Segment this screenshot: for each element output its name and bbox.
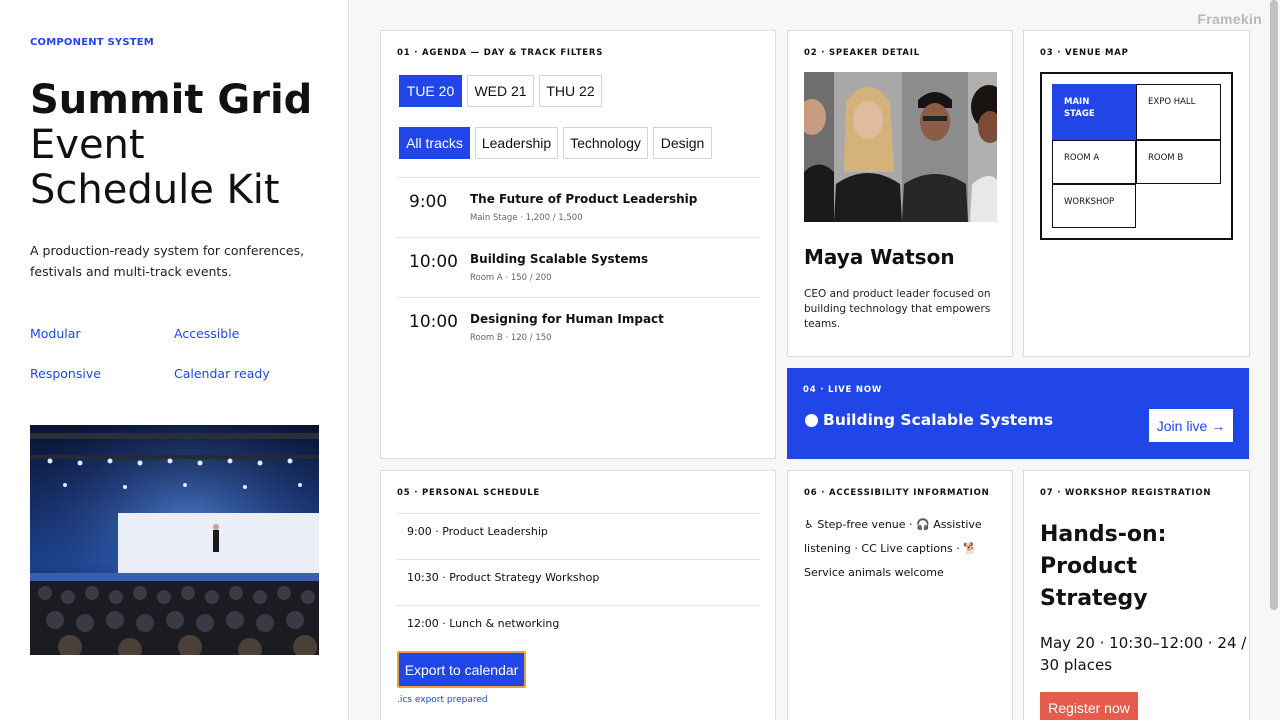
feature-accessible: Accessible: [174, 326, 240, 341]
register-button[interactable]: Register now: [1040, 692, 1138, 720]
room-workshop[interactable]: WORKSHOP: [1052, 184, 1136, 228]
agenda-card: 01 · AGENDA — DAY & TRACK FILTERS TUE 20…: [380, 30, 776, 459]
schedule-item[interactable]: 9:00 · Product Leadership: [397, 513, 760, 560]
workshop-label: 07 · WORKSHOP REGISTRATION: [1040, 488, 1212, 498]
live-now-banner: 04 · LIVE NOW Building Scalable Systems …: [787, 368, 1249, 459]
live-now-label: 04 · LIVE NOW: [803, 385, 883, 395]
speaker-portraits[interactable]: [804, 72, 997, 222]
day-tab-thu[interactable]: THU 22: [539, 75, 602, 107]
track-filter-all[interactable]: All tracks: [399, 127, 470, 159]
room-main-stage[interactable]: MAIN STAGE: [1052, 84, 1136, 140]
speaker-card: 02 · SPEAKER DETAIL Maya Watson CEO and …: [787, 30, 1013, 357]
live-session-title: Building Scalable Systems: [823, 411, 1054, 429]
conference-photo: [30, 425, 319, 655]
hero-title: Summit Grid Event Schedule Kit: [30, 78, 330, 213]
accessibility-text: ♿ Step-free venue · 🎧 Assistive listenin…: [804, 518, 982, 579]
accessibility-card: 06 · ACCESSIBILITY INFORMATION ♿ Step-fr…: [787, 470, 1013, 720]
session-title: Building Scalable Systems: [470, 252, 649, 266]
brand-logo: Framekin: [1197, 11, 1262, 27]
accessibility-label: 06 · ACCESSIBILITY INFORMATION: [804, 488, 990, 498]
session-time: 10:00: [409, 312, 458, 332]
schedule-item[interactable]: 10:30 · Product Strategy Workshop: [397, 559, 760, 606]
room-a[interactable]: ROOM A: [1052, 140, 1136, 184]
personal-schedule-label: 05 · PERSONAL SCHEDULE: [397, 488, 541, 498]
feature-modular: Modular: [30, 326, 81, 341]
workshop-title: Hands-on: Product Strategy: [1040, 522, 1167, 611]
room-b[interactable]: ROOM B: [1136, 140, 1221, 184]
speaker-bio: CEO and product leader focused on buildi…: [804, 288, 991, 330]
session-meta: Room A · 150 / 200: [470, 273, 552, 283]
feature-responsive: Responsive: [30, 366, 101, 381]
hero-description: A production-ready system for conference…: [30, 243, 305, 279]
track-filter-leadership[interactable]: Leadership: [475, 127, 558, 159]
hero-title-line3: Schedule Kit: [30, 167, 280, 213]
speaker-name: Maya Watson: [804, 245, 955, 269]
agenda-session[interactable]: 10:00 Designing for Human Impact Room B …: [397, 297, 760, 357]
venue-map: MAIN STAGE EXPO HALL ROOM A ROOM B WORKS…: [1040, 72, 1233, 240]
track-filter-design[interactable]: Design: [653, 127, 712, 159]
session-time: 9:00: [409, 192, 448, 212]
session-meta: Room B · 120 / 150: [470, 333, 552, 343]
day-tab-tue[interactable]: TUE 20: [399, 75, 462, 107]
workshop-meta: May 20 · 10:30–12:00 · 24 / 30 places: [1040, 634, 1247, 674]
join-live-button[interactable]: Join live →: [1149, 409, 1233, 442]
page-scrollbar[interactable]: [1270, 0, 1278, 610]
feature-calendar-ready: Calendar ready: [174, 366, 270, 381]
agenda-label: 01 · AGENDA — DAY & TRACK FILTERS: [397, 48, 604, 58]
session-time: 10:00: [409, 252, 458, 272]
hero-title-line2: Event: [30, 122, 145, 168]
hero-eyebrow: COMPONENT SYSTEM: [30, 37, 154, 48]
export-status: .ics export prepared: [397, 695, 488, 705]
hero-title-bold: Summit Grid: [30, 77, 313, 123]
export-calendar-button[interactable]: Export to calendar: [397, 651, 526, 688]
day-tab-wed[interactable]: WED 21: [467, 75, 534, 107]
live-indicator-icon: [805, 414, 818, 427]
session-title: The Future of Product Leadership: [470, 192, 698, 206]
session-meta: Main Stage · 1,200 / 1,500: [470, 213, 583, 223]
venue-map-card: 03 · VENUE MAP MAIN STAGE EXPO HALL ROOM…: [1023, 30, 1250, 357]
room-expo-hall[interactable]: EXPO HALL: [1136, 84, 1221, 140]
track-filter-technology[interactable]: Technology: [563, 127, 648, 159]
session-title: Designing for Human Impact: [470, 312, 664, 326]
agenda-session[interactable]: 10:00 Building Scalable Systems Room A ·…: [397, 237, 760, 297]
workshop-registration-card: 07 · WORKSHOP REGISTRATION Hands-on: Pro…: [1023, 470, 1250, 720]
personal-schedule-card: 05 · PERSONAL SCHEDULE 9:00 · Product Le…: [380, 470, 776, 720]
agenda-session[interactable]: 9:00 The Future of Product Leadership Ma…: [397, 177, 760, 237]
schedule-item[interactable]: 12:00 · Lunch & networking: [397, 605, 760, 652]
venue-map-label: 03 · VENUE MAP: [1040, 48, 1129, 58]
speaker-label: 02 · SPEAKER DETAIL: [804, 48, 920, 58]
hero-panel: COMPONENT SYSTEM Summit Grid Event Sched…: [0, 0, 349, 720]
